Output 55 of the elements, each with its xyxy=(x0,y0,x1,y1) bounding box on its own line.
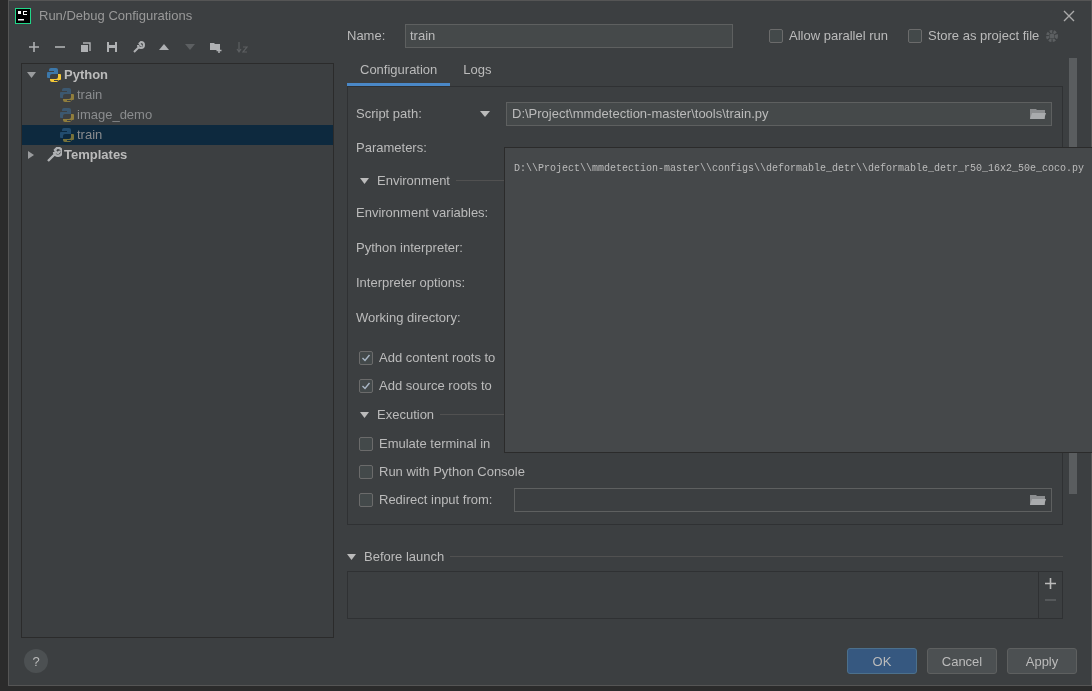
checkbox-label: Run with Python Console xyxy=(379,462,525,481)
expand-caret-icon[interactable] xyxy=(26,69,38,80)
checkbox[interactable] xyxy=(769,28,783,43)
caret-icon[interactable] xyxy=(347,553,356,560)
field-label: Working directory: xyxy=(356,309,461,328)
input-field[interactable] xyxy=(514,487,1052,512)
dialog-button[interactable]: OK xyxy=(847,648,917,675)
wrench-icon xyxy=(46,146,62,163)
python-icon xyxy=(59,86,75,103)
checkbox-label: Store as project file xyxy=(928,26,1040,45)
checkbox[interactable] xyxy=(359,378,373,393)
checkbox-label: Allow parallel run xyxy=(789,26,888,45)
tree-item[interactable]: image_demo xyxy=(22,104,333,125)
field-label: Script path: xyxy=(356,104,423,123)
checkbox[interactable] xyxy=(359,464,373,479)
field-label: Interpreter options: xyxy=(356,274,466,293)
dialog-button[interactable]: Apply xyxy=(1007,648,1077,675)
tab[interactable]: Configuration xyxy=(347,57,451,86)
checkbox-label: Add content roots to xyxy=(379,348,496,367)
script-path-field[interactable]: D:\Project\mmdetection-master\tools\train.py xyxy=(506,101,1052,126)
checkbox-label: Redirect input from: xyxy=(379,490,494,509)
close-icon[interactable] xyxy=(1063,9,1075,22)
checkbox[interactable] xyxy=(359,492,373,507)
checkbox[interactable] xyxy=(359,436,373,451)
field-label: Environment variables: xyxy=(356,204,489,223)
dialog-button[interactable]: Cancel xyxy=(927,648,997,675)
parameters-text: D:\\Project\\mmdetection-master\\configs\\deformable_detr\\deformable_detr_r50_16x2_50e_coco.py xyxy=(514,163,1085,174)
tab[interactable]: Logs xyxy=(450,57,505,86)
dropdown-caret-icon[interactable] xyxy=(480,110,490,117)
section-title: Before launch xyxy=(364,547,445,566)
python-icon xyxy=(46,66,62,83)
name-field[interactable]: train xyxy=(405,23,733,48)
python-icon xyxy=(59,126,75,143)
field-label: Parameters: xyxy=(356,139,427,158)
section-title: Execution xyxy=(377,405,435,424)
name-label: Name: xyxy=(347,26,387,45)
folder-icon[interactable] xyxy=(1030,493,1046,506)
section-title: Environment xyxy=(377,171,450,190)
caret-icon[interactable] xyxy=(360,177,369,184)
folder-icon[interactable] xyxy=(1030,107,1046,120)
checkbox-label: Add source roots to xyxy=(379,376,492,395)
checkbox-label: Emulate terminal in xyxy=(379,434,491,453)
python-icon xyxy=(59,106,75,123)
checkbox[interactable] xyxy=(359,350,373,365)
tree-item[interactable]: train xyxy=(22,124,333,145)
field-label: Python interpreter: xyxy=(356,239,463,258)
tree-item[interactable]: Templates xyxy=(22,144,333,165)
tree-item[interactable]: Python xyxy=(22,64,333,85)
app-logo-icon xyxy=(15,7,31,24)
tree-item[interactable]: train xyxy=(22,84,333,105)
checkbox[interactable] xyxy=(908,28,922,43)
add-icon[interactable] xyxy=(1045,577,1056,589)
caret-icon[interactable] xyxy=(360,411,369,418)
window-title: Run/Debug Configurations xyxy=(39,7,193,26)
help-button[interactable]: ? xyxy=(24,649,48,674)
